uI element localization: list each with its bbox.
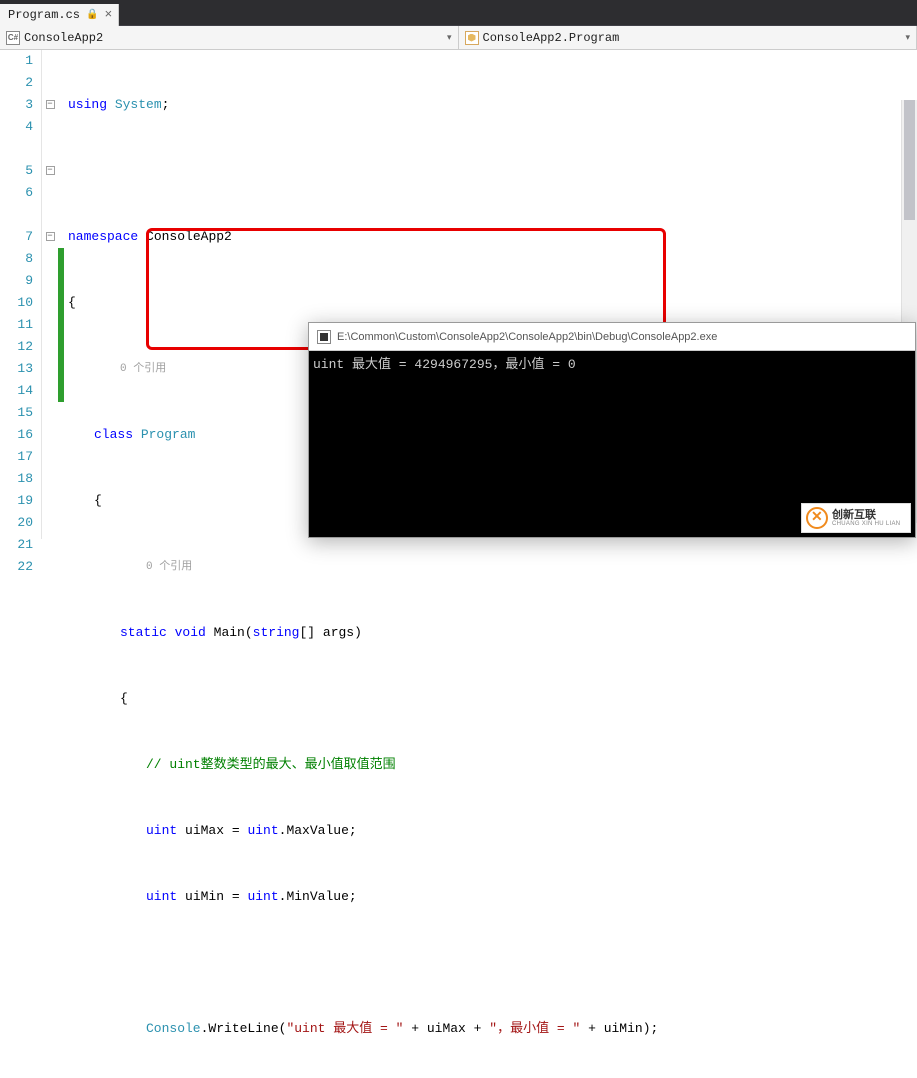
code-line <box>68 160 917 182</box>
line-number: 12 <box>0 336 33 358</box>
code-line: static void Main(string[] args) <box>68 622 917 644</box>
line-number: 10 <box>0 292 33 314</box>
line-number: 16 <box>0 424 33 446</box>
watermark-name: 创新互联 <box>832 509 900 521</box>
codelens-refs[interactable]: 0 个引用 <box>68 556 917 578</box>
line-number: 20 <box>0 512 33 534</box>
console-icon <box>317 330 331 344</box>
line-number: 19 <box>0 490 33 512</box>
pin-icon[interactable]: 🔒 <box>86 9 98 21</box>
line-number: 2 <box>0 72 33 94</box>
line-number: 1 <box>0 50 33 72</box>
nav-left-text: ConsoleApp2 <box>24 31 103 45</box>
code-line: // uint整数类型的最大、最小值取值范围 <box>68 754 917 776</box>
line-number: 22 <box>0 556 33 578</box>
code-line: { <box>68 688 917 710</box>
code-line: namespace ConsoleApp2 <box>68 226 917 248</box>
line-number: 9 <box>0 270 33 292</box>
fold-gutter: − − − <box>42 50 58 539</box>
console-titlebar[interactable]: E:\Common\Custom\ConsoleApp2\ConsoleApp2… <box>309 323 915 351</box>
code-line: Console.WriteLine("uint 最大值 = " + uiMax … <box>68 1018 917 1040</box>
line-number: 7 <box>0 226 33 248</box>
line-number: 15 <box>0 402 33 424</box>
line-number: 21 <box>0 534 33 556</box>
code-line: using System; <box>68 94 917 116</box>
code-line: { <box>68 292 917 314</box>
code-line: uint uiMin = uint.MinValue; <box>68 886 917 908</box>
code-line: uint uiMax = uint.MaxValue; <box>68 820 917 842</box>
line-number: 14 <box>0 380 33 402</box>
nav-scope-project[interactable]: C# ConsoleApp2 ▾ <box>0 26 459 49</box>
csharp-icon: C# <box>6 31 20 45</box>
fold-toggle[interactable]: − <box>46 232 55 241</box>
line-number: 13 <box>0 358 33 380</box>
watermark: 创新互联 CHUANG XIN HU LIAN <box>801 503 911 533</box>
code-line <box>68 952 917 974</box>
tab-filename: Program.cs <box>8 8 80 22</box>
tab-bar: Program.cs 🔒 × <box>0 0 917 26</box>
watermark-logo-icon <box>806 507 828 529</box>
line-number: 5 <box>0 160 33 182</box>
nav-right-text: ConsoleApp2.Program <box>483 31 620 45</box>
fold-toggle[interactable]: − <box>46 100 55 109</box>
chevron-down-icon: ▾ <box>447 33 452 43</box>
nav-bar: C# ConsoleApp2 ▾ ConsoleApp2.Program ▾ <box>0 26 917 50</box>
line-number: 11 <box>0 314 33 336</box>
class-icon <box>465 31 479 45</box>
console-body: uint 最大值 = 4294967295，最小值 = 0 <box>309 351 915 374</box>
watermark-sub: CHUANG XIN HU LIAN <box>832 521 900 528</box>
close-icon[interactable]: × <box>104 7 112 22</box>
file-tab[interactable]: Program.cs 🔒 × <box>0 4 119 26</box>
line-number: 8 <box>0 248 33 270</box>
line-number: 6 <box>0 182 33 204</box>
line-number: 3 <box>0 94 33 116</box>
nav-scope-class[interactable]: ConsoleApp2.Program ▾ <box>459 26 917 49</box>
line-number: 4 <box>0 116 33 138</box>
line-number-gutter: 1 2 3 4 5 6 7 8 9 10 11 12 13 14 15 16 1… <box>0 50 42 539</box>
fold-toggle[interactable]: − <box>46 166 55 175</box>
chevron-down-icon: ▾ <box>905 33 910 43</box>
console-title-text: E:\Common\Custom\ConsoleApp2\ConsoleApp2… <box>337 331 717 343</box>
line-number: 18 <box>0 468 33 490</box>
console-line: uint 最大值 = 4294967295，最小值 = 0 <box>313 353 911 372</box>
line-number: 17 <box>0 446 33 468</box>
